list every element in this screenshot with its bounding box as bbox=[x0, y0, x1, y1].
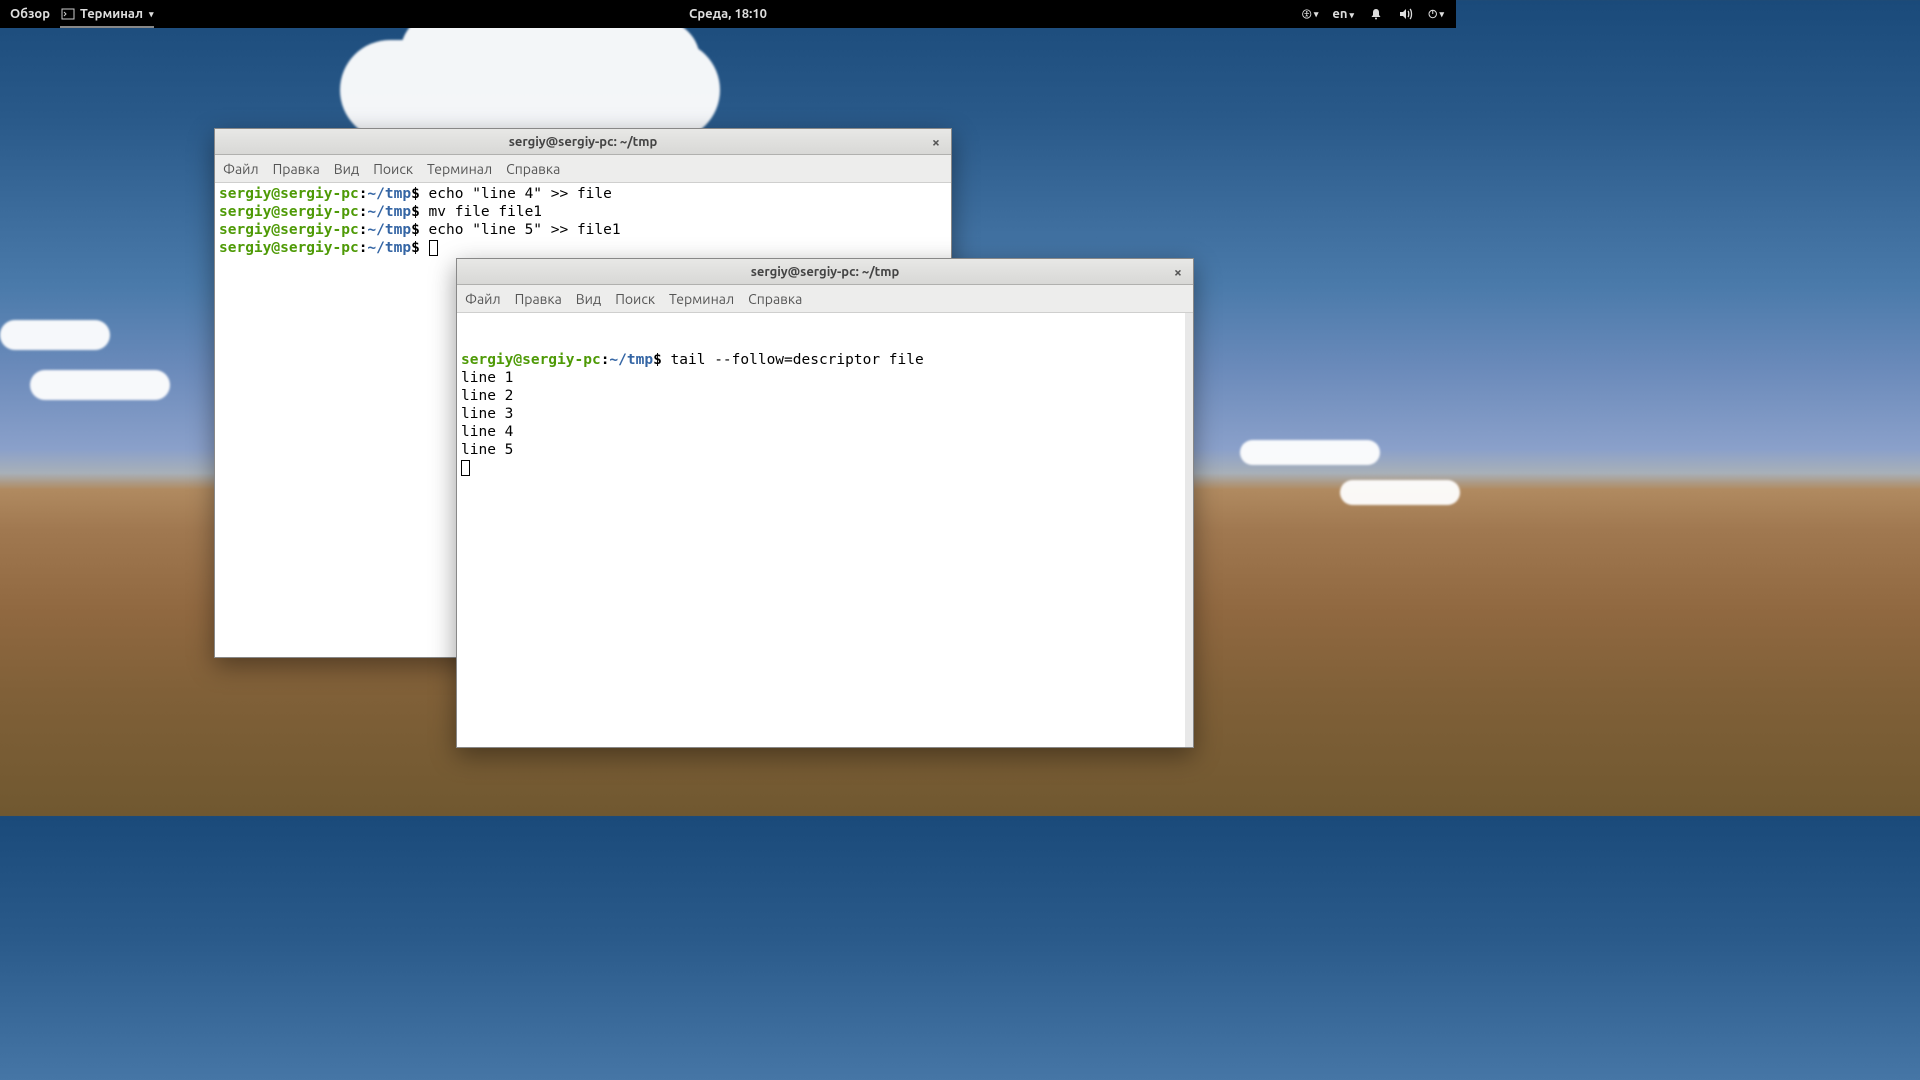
terminal-app-icon bbox=[60, 6, 76, 22]
cursor bbox=[429, 240, 438, 256]
terminal-output-line: line 2 bbox=[459, 387, 1191, 405]
terminal-output-line: line 4 bbox=[459, 423, 1191, 441]
menu-edit[interactable]: Правка bbox=[273, 161, 320, 177]
window-title: sergiy@sergiy-pc: ~/tmp bbox=[509, 135, 658, 149]
menu-view[interactable]: Вид bbox=[576, 291, 601, 307]
menu-terminal[interactable]: Терминал bbox=[427, 161, 492, 177]
close-icon: × bbox=[932, 134, 940, 150]
window-titlebar[interactable]: sergiy@sergiy-pc: ~/tmp × bbox=[457, 259, 1193, 285]
menu-terminal[interactable]: Терминал bbox=[669, 291, 734, 307]
chevron-down-icon: ▾ bbox=[1314, 9, 1319, 20]
terminal-line: sergiy@sergiy-pc:~/tmp$ echo "line 5" >>… bbox=[217, 221, 949, 239]
menu-search[interactable]: Поиск bbox=[373, 161, 413, 177]
power-icon[interactable]: ▾ bbox=[1428, 6, 1444, 22]
menu-file[interactable]: Файл bbox=[223, 161, 259, 177]
close-button[interactable]: × bbox=[927, 133, 945, 151]
menu-help[interactable]: Справка bbox=[506, 161, 560, 177]
chevron-down-icon: ▾ bbox=[149, 9, 154, 20]
app-menu-label: Терминал bbox=[80, 7, 143, 21]
menubar: Файл Правка Вид Поиск Терминал Справка bbox=[457, 285, 1193, 313]
accessibility-icon[interactable]: ▾ bbox=[1302, 6, 1318, 22]
input-language-label: en bbox=[1332, 7, 1347, 21]
cloud-decoration bbox=[340, 40, 720, 140]
terminal-output-line: line 5 bbox=[459, 441, 1191, 459]
input-language[interactable]: en▾ bbox=[1332, 7, 1354, 21]
app-menu[interactable]: Терминал ▾ bbox=[60, 6, 154, 22]
cloud-decoration bbox=[0, 320, 110, 350]
close-button[interactable]: × bbox=[1169, 263, 1187, 281]
volume-icon[interactable] bbox=[1398, 6, 1414, 22]
terminal-line: sergiy@sergiy-pc:~/tmp$ echo "line 4" >>… bbox=[217, 185, 949, 203]
cursor bbox=[461, 460, 470, 476]
cloud-decoration bbox=[1240, 440, 1380, 465]
cloud-decoration bbox=[30, 370, 170, 400]
terminal-line: sergiy@sergiy-pc:~/tmp$ bbox=[217, 239, 949, 257]
menu-search[interactable]: Поиск bbox=[615, 291, 655, 307]
cloud-decoration bbox=[1340, 480, 1460, 505]
menu-help[interactable]: Справка bbox=[748, 291, 802, 307]
notifications-icon[interactable] bbox=[1368, 6, 1384, 22]
terminal-output-line: line 3 bbox=[459, 405, 1191, 423]
terminal-line bbox=[459, 459, 1191, 477]
terminal-output-line: line 1 bbox=[459, 369, 1191, 387]
gnome-topbar: Обзор Терминал ▾ Среда, 18:10 ▾ en▾ ▾ bbox=[0, 0, 1456, 28]
window-title: sergiy@sergiy-pc: ~/tmp bbox=[751, 265, 900, 279]
terminal-line: sergiy@sergiy-pc:~/tmp$ tail --follow=de… bbox=[459, 351, 1191, 369]
chevron-down-icon: ▾ bbox=[1349, 10, 1354, 20]
clock[interactable]: Среда, 18:10 bbox=[689, 7, 767, 21]
window-titlebar[interactable]: sergiy@sergiy-pc: ~/tmp × bbox=[215, 129, 951, 155]
close-icon: × bbox=[1174, 264, 1182, 280]
activities-button[interactable]: Обзор bbox=[10, 7, 50, 21]
scrollbar[interactable] bbox=[1185, 313, 1193, 747]
menubar: Файл Правка Вид Поиск Терминал Справка bbox=[215, 155, 951, 183]
menu-view[interactable]: Вид bbox=[334, 161, 359, 177]
terminal-content[interactable]: sergiy@sergiy-pc:~/tmp$ tail --follow=de… bbox=[457, 313, 1193, 747]
menu-edit[interactable]: Правка bbox=[515, 291, 562, 307]
menu-file[interactable]: Файл bbox=[465, 291, 501, 307]
chevron-down-icon: ▾ bbox=[1439, 9, 1444, 20]
terminal-line: sergiy@sergiy-pc:~/tmp$ mv file file1 bbox=[217, 203, 949, 221]
terminal-window-2[interactable]: sergiy@sergiy-pc: ~/tmp × Файл Правка Ви… bbox=[456, 258, 1194, 748]
